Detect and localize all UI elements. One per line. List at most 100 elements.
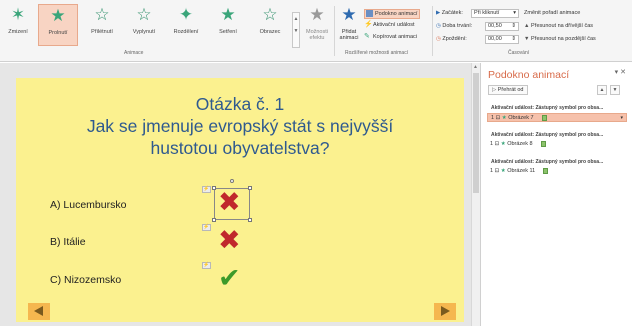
star-icon: ★ xyxy=(500,168,506,174)
scrollbar-thumb[interactable] xyxy=(473,73,479,193)
timeline-bar xyxy=(540,140,546,147)
check-mark-icon[interactable]: ✔ xyxy=(218,264,241,294)
star-icon: ☆ xyxy=(136,5,152,25)
trigger-button[interactable]: ⚡Aktivační událost xyxy=(364,21,415,29)
chevron-down-icon: ▼ xyxy=(293,28,299,34)
chevron-down-icon[interactable]: ▾ xyxy=(620,114,623,122)
rotate-handle[interactable] xyxy=(230,179,234,183)
star-icon: ☆ xyxy=(94,5,110,25)
clock-icon: ◷ xyxy=(436,36,441,42)
brush-icon: ✎ xyxy=(364,33,370,41)
play-from-button[interactable]: ▷ Přehrát od xyxy=(488,85,528,95)
effect-setreni[interactable]: ★ Setření xyxy=(208,4,248,46)
vertical-scrollbar[interactable]: ▲ xyxy=(471,63,480,326)
trigger-heading: Aktivační událost: Zástupný symbol pro o… xyxy=(491,159,604,165)
slide-title-line3: hustotou obyvatelstva? xyxy=(150,138,330,158)
resize-handle[interactable] xyxy=(212,218,216,222)
move-up-button[interactable]: ▲ xyxy=(597,85,607,95)
animation-list-item[interactable]: 1 ⊡ ★ Obrázek 8 xyxy=(487,140,627,149)
slide[interactable]: Otázka č. 1 Jak se jmenuje evropský stát… xyxy=(16,78,464,322)
lightning-icon: ⚡ xyxy=(364,21,373,29)
star-icon: ✶ xyxy=(10,5,26,25)
wrong-mark-icon[interactable]: ✖ xyxy=(218,226,241,256)
start-select[interactable]: Při kliknutí ▾ xyxy=(471,9,519,18)
mouse-icon: ⊡ xyxy=(494,168,500,174)
delay-label: ◷ Zpoždění: xyxy=(436,36,467,42)
answer-a[interactable]: A) Lucembursko xyxy=(50,199,126,211)
clock-icon: ◷ xyxy=(436,23,441,29)
arrow-left-icon xyxy=(34,306,43,316)
divider xyxy=(432,6,433,56)
move-earlier-button[interactable]: ▲ Přesunout na dřívější čas xyxy=(524,22,593,30)
play-icon: ▷ xyxy=(492,87,497,93)
trigger-heading: Aktivační událost: Zástupný symbol pro o… xyxy=(491,132,604,138)
effect-prolnuti[interactable]: ★ Prolnutí xyxy=(38,4,78,46)
resize-handle[interactable] xyxy=(212,186,216,190)
resize-handle[interactable] xyxy=(248,186,252,190)
effect-options-button[interactable]: ★ Možnosti efektu xyxy=(302,4,332,46)
chevron-down-icon: ▾ xyxy=(513,10,516,16)
gallery-scroll[interactable]: ▲ ▼ xyxy=(292,12,300,48)
effect-zmizeni[interactable]: ✶ Zmizení xyxy=(0,4,36,46)
animation-tag-icon[interactable]: ⚡ xyxy=(202,224,211,231)
delay-field[interactable]: 00,00 ⇕ xyxy=(485,35,519,44)
effect-rozdeleni[interactable]: ✦ Rozdělení xyxy=(166,4,206,46)
group-label-timing: Časování xyxy=(508,50,530,56)
add-animation-button[interactable]: ★ Přidat animaci xyxy=(336,4,362,46)
mouse-icon: ⊡ xyxy=(495,115,501,121)
answer-b[interactable]: B) Itálie xyxy=(50,236,86,248)
timeline-bar xyxy=(541,114,547,121)
star-icon: ★ xyxy=(50,6,66,26)
reorder-title: Změnit pořadí animace xyxy=(524,10,581,16)
animation-painter-button[interactable]: ✎ Kopírovat animaci xyxy=(364,33,417,41)
previous-slide-button[interactable] xyxy=(28,303,50,320)
arrow-down-icon: ▼ xyxy=(612,87,618,93)
arrow-down-icon: ▼ xyxy=(524,36,530,42)
animation-pane-button[interactable]: Podokno animací xyxy=(364,9,420,19)
stepper-icon: ⇕ xyxy=(511,36,516,42)
arrow-up-icon: ▲ xyxy=(599,87,605,93)
effect-obrazec[interactable]: ☆ Obrazec xyxy=(250,4,290,46)
pane-title: Podokno animací xyxy=(488,69,570,81)
chevron-up-icon: ▲ xyxy=(293,16,299,22)
resize-handle[interactable] xyxy=(248,218,252,222)
divider xyxy=(334,6,335,56)
timeline-bar xyxy=(543,167,549,174)
duration-label: ◷ Doba trvání: xyxy=(436,23,473,29)
star-icon: ★ xyxy=(501,115,507,121)
animation-pane: Podokno animací ▾ ✕ ▷ Přehrát od ▲ ▼ Akt… xyxy=(480,63,632,326)
chevron-down-icon[interactable]: ▾ xyxy=(615,69,619,76)
answer-c[interactable]: C) Nizozemsko xyxy=(50,274,121,286)
next-slide-button[interactable] xyxy=(434,303,456,320)
arrow-right-icon xyxy=(441,306,450,316)
animation-list-item[interactable]: 1 ⊡ ★ Obrázek 11 xyxy=(487,167,627,176)
animation-list-item[interactable]: 1 ⊡ ★ Obrázek 7 ▾ xyxy=(487,113,627,122)
animation-pane-icon xyxy=(366,10,373,18)
trigger-heading: Aktivační událost: Zástupný symbol pro o… xyxy=(491,105,604,111)
move-down-button[interactable]: ▼ xyxy=(610,85,620,95)
group-label-animation: Animace xyxy=(124,50,144,56)
animation-tag-icon[interactable]: ⚡ xyxy=(202,262,211,269)
star-icon: ★ xyxy=(309,5,325,25)
group-label-advanced: Rozšířené možnosti animací xyxy=(345,50,409,56)
animation-tag-icon[interactable]: ⚡ xyxy=(202,186,211,193)
effect-priletnuti[interactable]: ☆ Přilétnutí xyxy=(82,4,122,46)
slide-title-line2: Jak se jmenuje evropský stát s nejvyšší xyxy=(86,116,394,136)
effect-vyplynuti[interactable]: ☆ Vyplynutí xyxy=(124,4,164,46)
add-animation-icon: ★ xyxy=(341,5,357,25)
play-icon: ▶ xyxy=(436,10,441,16)
close-icon[interactable]: ✕ xyxy=(620,69,626,76)
star-icon: ☆ xyxy=(262,5,278,25)
wrong-mark-icon[interactable]: ✖ xyxy=(218,188,241,218)
star-icon: ★ xyxy=(500,141,506,147)
stepper-icon: ⇕ xyxy=(511,23,516,29)
star-icon: ✦ xyxy=(178,5,194,25)
slide-title-line1: Otázka č. 1 xyxy=(195,94,285,114)
mouse-icon: ⊡ xyxy=(494,141,500,147)
star-icon: ★ xyxy=(220,5,236,25)
start-label: ▶ Začátek: xyxy=(436,10,463,16)
move-later-button[interactable]: ▼ Přesunout na pozdější čas xyxy=(524,35,596,43)
pane-controls: ▾ ✕ xyxy=(615,68,626,76)
duration-field[interactable]: 00,50 ⇕ xyxy=(485,22,519,31)
chevron-up-icon[interactable]: ▲ xyxy=(473,64,478,70)
